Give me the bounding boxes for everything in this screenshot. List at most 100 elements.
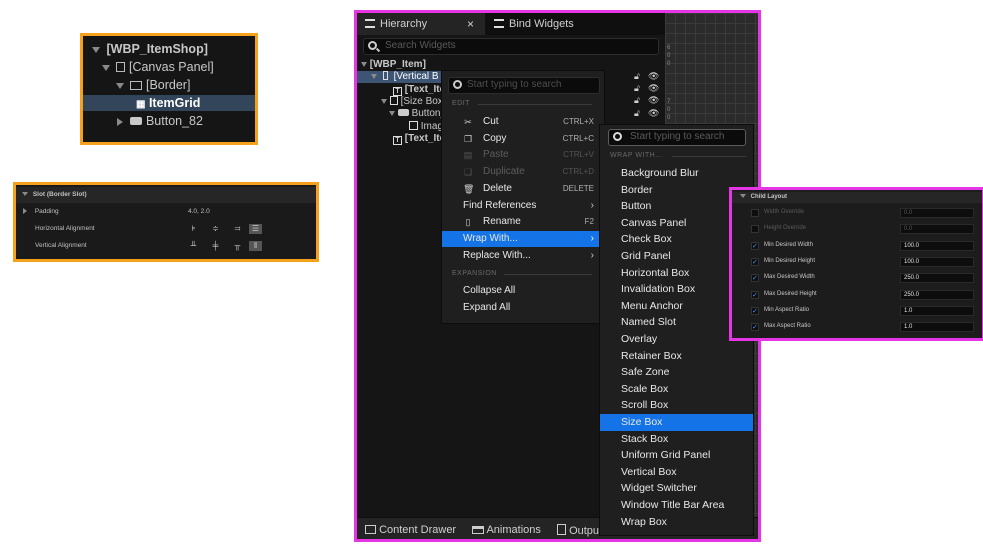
align-center-icon[interactable]: ≑ bbox=[209, 224, 222, 234]
align-right-icon[interactable]: ⫤ bbox=[231, 224, 244, 234]
wrap-item-wrap-box[interactable]: Wrap Box bbox=[600, 514, 753, 531]
expand-arrow-icon[interactable] bbox=[102, 64, 110, 71]
wrap-item-size-box[interactable]: Size Box bbox=[600, 414, 753, 431]
child-layout-label: Min Desired Width bbox=[764, 241, 814, 248]
hierarchy-item-image[interactable]: Imag bbox=[409, 121, 443, 133]
wrap-item-widget-switcher[interactable]: Widget Switcher bbox=[600, 480, 753, 497]
eye-icon[interactable]: 👁︎ bbox=[648, 83, 659, 94]
tab-bind-widgets[interactable]: Bind Widgets bbox=[489, 13, 639, 35]
menu-item-wrap-with[interactable]: Wrap With... › bbox=[442, 231, 604, 247]
checkbox-checked-icon[interactable]: ✓ bbox=[751, 306, 759, 315]
child-layout-row-width-override: Width Override 0.0 bbox=[732, 206, 982, 219]
align-middle-icon[interactable]: ╪ bbox=[209, 241, 222, 251]
expand-arrow-icon[interactable] bbox=[22, 192, 28, 197]
align-top-icon[interactable]: ╨ bbox=[187, 241, 200, 251]
child-layout-value-input[interactable]: 0.0 bbox=[900, 208, 974, 218]
child-layout-value-input[interactable]: 0.0 bbox=[900, 224, 974, 235]
menu-item-rename[interactable]: ▯ Rename F2 bbox=[442, 214, 604, 230]
wrap-item-scroll-box[interactable]: Scroll Box bbox=[600, 397, 753, 414]
checkbox-checked-icon[interactable]: ✓ bbox=[751, 290, 759, 299]
align-fill-vertical-icon[interactable]: ‖ bbox=[249, 241, 262, 251]
wrap-item-safe-zone[interactable]: Safe Zone bbox=[600, 364, 753, 381]
hierarchy-item-text[interactable]: T [Text_Ite bbox=[393, 133, 445, 145]
search-widgets-input[interactable]: Search Widgets bbox=[363, 38, 659, 55]
child-layout-value-input[interactable]: 1.0 bbox=[900, 305, 974, 316]
hierarchy-item-size-box[interactable]: [Size Box bbox=[381, 96, 443, 108]
checkbox-checked-icon[interactable]: ✓ bbox=[751, 274, 759, 283]
hierarchy-item-button[interactable]: Button_ bbox=[389, 108, 446, 120]
expand-arrow-icon[interactable] bbox=[92, 46, 100, 53]
close-icon[interactable]: × bbox=[467, 13, 474, 35]
menu-item-label: Paste bbox=[483, 149, 509, 160]
slot-header[interactable]: Slot (Border Slot) bbox=[16, 187, 316, 203]
menu-item-cut[interactable]: ✂ Cut CTRL+X bbox=[442, 114, 604, 130]
shortcut-label: CTRL+C bbox=[562, 134, 594, 143]
expand-arrow-icon[interactable] bbox=[23, 208, 27, 215]
search-icon bbox=[453, 80, 462, 89]
wrap-item-background-blur[interactable]: Background Blur bbox=[600, 165, 753, 182]
wrap-search-input[interactable]: Start typing to search bbox=[608, 129, 746, 146]
chevron-right-icon: › bbox=[590, 200, 594, 211]
clapperboard-icon bbox=[472, 526, 484, 534]
expand-arrow-icon[interactable] bbox=[381, 98, 387, 104]
tree-item-button-82[interactable]: Button_82 bbox=[83, 113, 255, 129]
padding-value[interactable]: 4.0, 2.0 bbox=[188, 204, 210, 220]
menu-item-collapse-all[interactable]: Collapse All bbox=[442, 283, 604, 299]
menu-item-duplicate[interactable]: ❏ Duplicate CTRL+D bbox=[442, 164, 604, 180]
checkbox-unchecked[interactable] bbox=[751, 209, 759, 217]
child-layout-value-input[interactable]: 100.0 bbox=[900, 240, 974, 251]
hierarchy-item-wbp-item[interactable]: [WBP_Item] bbox=[361, 59, 426, 71]
expand-arrow-icon[interactable] bbox=[389, 110, 395, 116]
expand-arrow-icon[interactable] bbox=[740, 194, 746, 199]
align-fill-icon[interactable]: ☰ bbox=[249, 224, 262, 234]
checkbox-checked-icon[interactable]: ✓ bbox=[751, 257, 759, 266]
eye-icon[interactable]: 👁︎ bbox=[648, 95, 659, 106]
checkbox-unchecked[interactable] bbox=[751, 225, 759, 234]
wrap-item-stack-box[interactable]: Stack Box bbox=[600, 431, 753, 448]
menu-item-paste[interactable]: ▤ Paste CTRL+V bbox=[442, 147, 604, 163]
tree-item-border[interactable]: [Border] bbox=[83, 77, 255, 93]
expand-arrow-icon[interactable] bbox=[116, 82, 124, 89]
lock-icon[interactable]: 🔓︎ bbox=[634, 108, 640, 119]
menu-item-find-references[interactable]: Find References › bbox=[442, 198, 604, 214]
eye-icon[interactable]: 👁︎ bbox=[648, 71, 659, 82]
tree-item-itemgrid[interactable]: ▦ ItemGrid bbox=[83, 95, 255, 111]
expand-arrow-icon[interactable] bbox=[371, 73, 377, 79]
align-left-icon[interactable]: ⊧ bbox=[187, 224, 200, 234]
search-placeholder: Search Widgets bbox=[385, 40, 456, 51]
child-layout-value-input[interactable]: 100.0 bbox=[900, 256, 974, 267]
checkbox-checked-icon[interactable]: ✓ bbox=[751, 323, 759, 332]
lock-icon[interactable]: 🔓︎ bbox=[634, 95, 640, 106]
wrap-item-retainer-box[interactable]: Retainer Box bbox=[600, 348, 753, 365]
lock-icon[interactable]: 🔓︎ bbox=[634, 71, 640, 82]
animations-label: Animations bbox=[486, 524, 541, 536]
menu-item-copy[interactable]: ❐ Copy CTRL+C bbox=[442, 131, 604, 147]
child-layout-header[interactable]: Child Layout bbox=[732, 192, 982, 203]
hierarchy-item-text[interactable]: T [Text_Ite bbox=[393, 84, 445, 96]
animations-button[interactable]: Animations bbox=[472, 524, 541, 536]
lock-icon[interactable]: 🔓︎ bbox=[634, 83, 640, 94]
expand-arrow-icon[interactable] bbox=[117, 117, 123, 126]
wrap-item-window-title-bar-area[interactable]: Window Title Bar Area bbox=[600, 497, 753, 514]
align-bottom-icon[interactable]: ╥ bbox=[231, 241, 244, 251]
wrap-item-vertical-box[interactable]: Vertical Box bbox=[600, 464, 753, 481]
section-divider bbox=[504, 274, 592, 275]
checkbox-checked-icon[interactable]: ✓ bbox=[751, 241, 759, 250]
tree-item-wbp-itemshop[interactable]: [WBP_ItemShop] bbox=[83, 41, 255, 57]
menu-item-replace-with[interactable]: Replace With... › bbox=[442, 248, 604, 264]
wrap-item-scale-box[interactable]: Scale Box bbox=[600, 381, 753, 398]
context-search-input[interactable]: Start typing to search bbox=[448, 77, 600, 94]
output-button[interactable]: Output bbox=[557, 524, 602, 537]
child-layout-value-input[interactable]: 1.0 bbox=[900, 322, 974, 333]
menu-item-delete[interactable]: 🗑︎ Delete DELETE bbox=[442, 181, 604, 197]
menu-item-expand-all[interactable]: Expand All bbox=[442, 300, 604, 316]
child-layout-value-input[interactable]: 250.0 bbox=[900, 289, 974, 300]
content-drawer-button[interactable]: Content Drawer bbox=[365, 524, 456, 536]
expand-arrow-icon[interactable] bbox=[361, 61, 367, 67]
tree-item-canvas-panel[interactable]: [Canvas Panel] bbox=[83, 59, 255, 75]
eye-icon[interactable]: 👁︎ bbox=[648, 108, 659, 119]
child-layout-label: Min Desired Height bbox=[764, 257, 816, 264]
tab-hierarchy[interactable]: Hierarchy × bbox=[357, 13, 485, 35]
wrap-item-uniform-grid-panel[interactable]: Uniform Grid Panel bbox=[600, 447, 753, 464]
child-layout-value-input[interactable]: 250.0 bbox=[900, 273, 974, 284]
